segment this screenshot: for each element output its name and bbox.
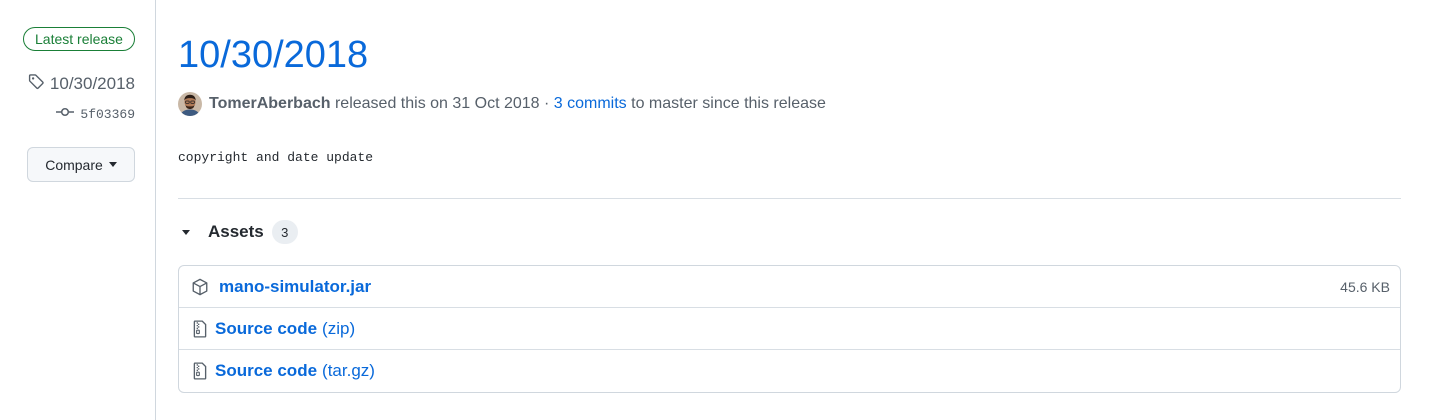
release-title[interactable]: 10/30/2018: [178, 34, 368, 77]
assets-count: 3: [271, 220, 298, 244]
asset-link[interactable]: mano-simulator.jar: [219, 277, 371, 297]
file-zip-icon: [191, 362, 209, 380]
tag-link[interactable]: 10/30/2018: [28, 73, 135, 95]
tag-icon: [28, 73, 45, 95]
asset-link[interactable]: Source code: [215, 319, 317, 339]
since-text: to master since this release: [631, 95, 826, 112]
author-link[interactable]: TomerAberbach: [209, 95, 331, 113]
release-sidebar: Latest release 10/30/2018 5f03369 Compar…: [0, 0, 156, 420]
compare-label: Compare: [45, 156, 103, 173]
file-zip-icon: [191, 319, 209, 338]
latest-release-badge: Latest release: [23, 27, 135, 51]
commits-since-link[interactable]: 3 commits: [554, 95, 627, 113]
divider: [178, 198, 1401, 199]
compare-button[interactable]: Compare: [27, 147, 135, 182]
assets-list: mano-simulator.jar 45.6 KB Source code (…: [178, 265, 1401, 393]
asset-format: (tar.gz): [322, 361, 375, 380]
released-text: released this on 31 Oct 2018 ·: [334, 95, 550, 112]
commit-link[interactable]: 5f03369: [56, 106, 135, 122]
commit-sha: 5f03369: [80, 106, 135, 122]
caret-down-icon: [108, 162, 117, 167]
assets-toggle[interactable]: Assets 3: [182, 220, 298, 244]
asset-size: 45.6 KB: [1340, 278, 1390, 295]
asset-row: mano-simulator.jar 45.6 KB: [179, 266, 1400, 308]
asset-link[interactable]: Source code: [215, 361, 317, 381]
asset-format: (zip): [322, 318, 356, 338]
release-meta: TomerAberbach released this on 31 Oct 20…: [178, 92, 826, 116]
git-commit-icon: [56, 106, 75, 122]
asset-row: Source code (zip): [179, 308, 1400, 350]
assets-label: Assets: [208, 222, 264, 241]
triangle-down-icon: [182, 229, 190, 235]
release-notes: copyright and date update: [178, 150, 374, 165]
tag-label: 10/30/2018: [49, 74, 135, 93]
asset-row: Source code (tar.gz): [179, 350, 1400, 392]
package-icon: [191, 278, 209, 296]
avatar[interactable]: [178, 92, 202, 116]
